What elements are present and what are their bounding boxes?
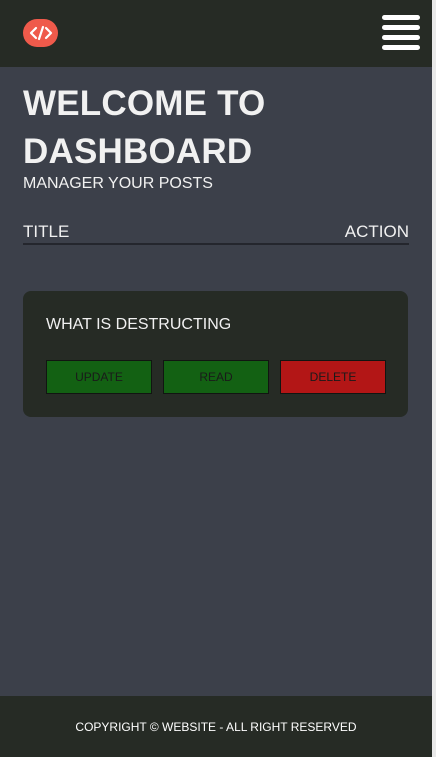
post-title: WHAT IS DESTRUCTING xyxy=(46,316,232,333)
read-button[interactable]: READ xyxy=(163,360,269,394)
delete-button[interactable]: DELETE xyxy=(280,360,386,394)
menu-bar xyxy=(382,25,420,30)
column-header-title: TITLE xyxy=(23,222,70,241)
app-root: WELCOME TO DASHBOARD MANAGER YOUR POSTS … xyxy=(0,0,432,757)
column-header-action: ACTION xyxy=(344,222,409,241)
navbar xyxy=(0,0,432,67)
scrollbar-gutter xyxy=(432,0,436,757)
menu-bar xyxy=(382,45,420,50)
hamburger-menu-icon[interactable] xyxy=(382,13,420,50)
post-card: WHAT IS DESTRUCTING UPDATE READ DELETE xyxy=(23,291,408,417)
posts-table-header: TITLE ACTION xyxy=(23,222,409,245)
page-subtitle: MANAGER YOUR POSTS xyxy=(23,175,213,192)
menu-bar xyxy=(382,15,420,20)
code-brackets-icon xyxy=(29,25,52,41)
menu-bar xyxy=(382,35,420,40)
copyright-text: COPYRIGHT © WEBSITE - ALL RIGHT RESERVED xyxy=(75,719,357,734)
logo[interactable] xyxy=(23,19,58,47)
update-button[interactable]: UPDATE xyxy=(46,360,152,394)
footer: COPYRIGHT © WEBSITE - ALL RIGHT RESERVED xyxy=(0,696,432,757)
page-title: WELCOME TO DASHBOARD xyxy=(23,84,266,171)
